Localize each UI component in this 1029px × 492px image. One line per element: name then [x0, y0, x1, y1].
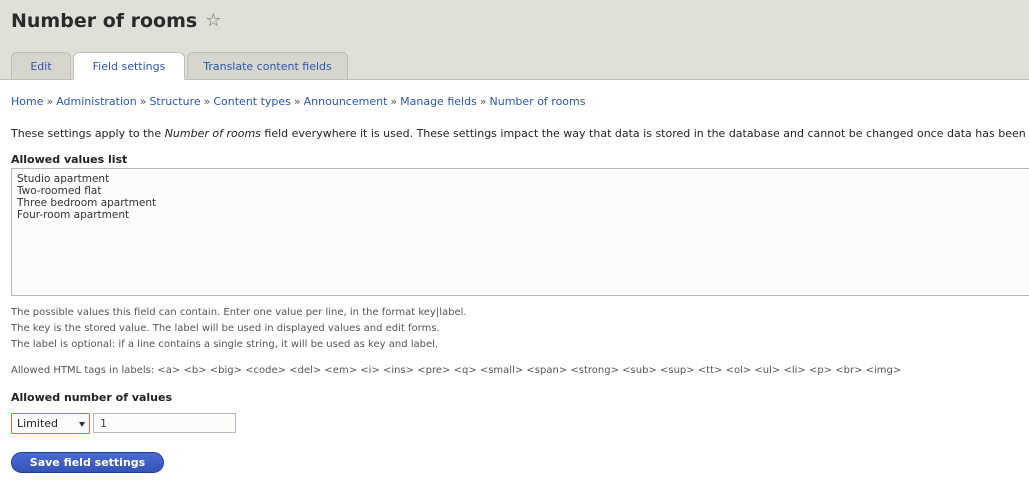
breadcrumb-administration[interactable]: Administration: [56, 95, 137, 108]
breadcrumb-home[interactable]: Home: [11, 95, 43, 108]
cardinality-number-input[interactable]: [93, 413, 236, 433]
tab-translate-content-fields[interactable]: Translate content fields: [187, 52, 348, 79]
breadcrumb-separator: »: [203, 95, 211, 108]
intro-field-name: Number of rooms: [164, 127, 261, 140]
breadcrumb-separator: »: [479, 95, 487, 108]
tab-field-settings[interactable]: Field settings: [73, 52, 185, 80]
allowed-html-tags-help: Allowed HTML tags in labels: <a> <b> <bi…: [11, 365, 902, 376]
intro-text-before: These settings apply to the: [11, 127, 165, 140]
breadcrumb-number-of-rooms[interactable]: Number of rooms: [490, 95, 586, 108]
page-header: Number of rooms ☆ Edit Field settings Tr…: [0, 0, 1029, 80]
breadcrumb-content-types[interactable]: Content types: [213, 95, 291, 108]
breadcrumb-manage-fields[interactable]: Manage fields: [400, 95, 477, 108]
breadcrumb-separator: »: [390, 95, 398, 108]
breadcrumb-announcement[interactable]: Announcement: [304, 95, 388, 108]
breadcrumb: Home» Administration» Structure» Content ty…: [11, 95, 586, 108]
allowed-values-help-line-3: The label is optional: if a line contain…: [11, 339, 439, 350]
breadcrumb-separator: »: [139, 95, 147, 108]
cardinality-select[interactable]: Limited: [11, 413, 90, 434]
chevron-down-icon: [79, 422, 85, 427]
tab-edit[interactable]: Edit: [11, 52, 71, 79]
intro-text-after: field everywhere it is used. These setti…: [260, 127, 1029, 140]
cardinality-label: Allowed number of values: [11, 391, 173, 404]
allowed-values-help-line-1: The possible values this field can conta…: [11, 307, 467, 318]
page-title: Number of rooms ☆: [11, 10, 221, 32]
breadcrumb-separator: »: [293, 95, 301, 108]
cardinality-select-value: Limited: [17, 417, 59, 430]
field-settings-description: These settings apply to the Number of ro…: [11, 127, 1029, 140]
star-outline-icon[interactable]: ☆: [205, 12, 221, 30]
allowed-values-label: Allowed values list: [11, 153, 128, 166]
breadcrumb-separator: »: [46, 95, 54, 108]
save-field-settings-button[interactable]: Save field settings: [11, 452, 164, 473]
allowed-values-textarea[interactable]: Studio apartment Two-roomed flat Three b…: [11, 168, 1029, 296]
primary-tabs: Edit Field settings Translate content fi…: [11, 52, 348, 80]
allowed-values-help-line-2: The key is the stored value. The label w…: [11, 323, 440, 334]
breadcrumb-structure[interactable]: Structure: [149, 95, 200, 108]
page-title-text: Number of rooms: [11, 10, 198, 32]
